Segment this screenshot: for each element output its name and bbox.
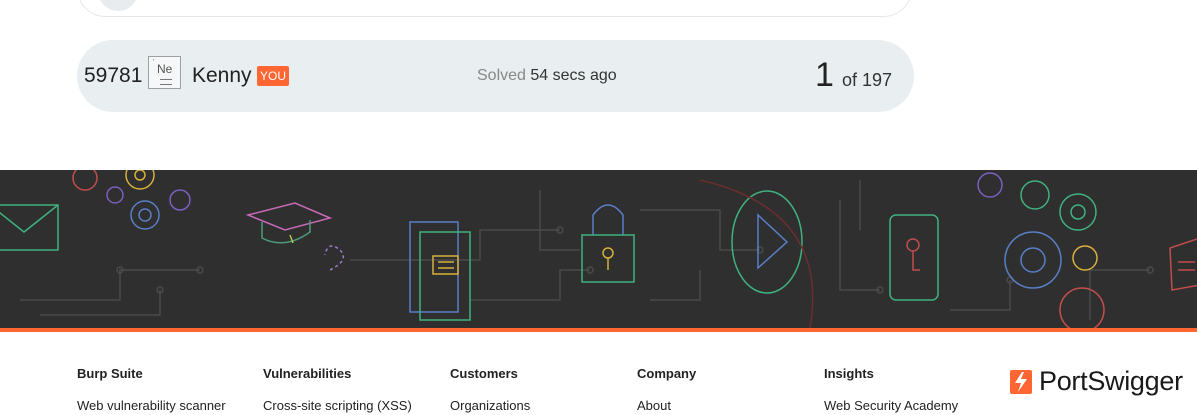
footer-banner xyxy=(0,170,1197,328)
place-number: 1 xyxy=(815,56,834,94)
avatar xyxy=(98,0,138,11)
element-badge-icon: ' Ne xyxy=(148,56,181,89)
previous-leaderboard-row xyxy=(77,0,912,17)
solved-time: 54 secs ago xyxy=(530,67,617,84)
you-badge: YOU xyxy=(257,66,290,86)
portswigger-logo[interactable]: PortSwigger xyxy=(1010,366,1183,397)
footer-link[interactable]: Cross-site scripting (XSS) xyxy=(263,398,412,413)
place-total: of 197 xyxy=(841,70,892,90)
footer-link[interactable]: About xyxy=(637,398,696,413)
footer-column-insights: Insights Web Security Academy xyxy=(824,366,958,413)
book-icon xyxy=(409,221,471,321)
footer-column-burp-suite: Burp Suite Web vulnerability scanner xyxy=(77,366,226,413)
chat-bubble-icon xyxy=(1169,238,1197,291)
solved-status: Solved 54 secs ago xyxy=(477,67,617,85)
footer-column-customers: Customers Organizations xyxy=(450,366,530,413)
accent-stripe xyxy=(0,328,1197,332)
footer-link[interactable]: Web Security Academy xyxy=(824,398,958,413)
leaderboard-row: 59781 ' Ne Kenny YOU Solved 54 secs ago … xyxy=(77,40,914,112)
footer-heading: Vulnerabilities xyxy=(263,366,352,381)
footer-heading: Customers xyxy=(450,366,518,381)
footer-column-company: Company About xyxy=(637,366,696,413)
footer-column-vulnerabilities: Vulnerabilities Cross-site scripting (XS… xyxy=(263,366,412,413)
lightning-icon xyxy=(1010,369,1032,394)
banner-illustration xyxy=(0,170,1197,328)
footer-link[interactable]: Web vulnerability scanner xyxy=(77,398,226,413)
footer-heading: Burp Suite xyxy=(77,366,143,381)
phone-key-icon xyxy=(889,214,939,301)
footer-link[interactable]: Organizations xyxy=(450,398,530,413)
logo-text: PortSwigger xyxy=(1039,366,1183,396)
solved-label: Solved xyxy=(477,67,526,84)
gear-icon xyxy=(130,200,160,230)
username[interactable]: Kenny xyxy=(192,64,252,88)
footer-heading: Insights xyxy=(824,366,874,381)
footer-heading: Company xyxy=(637,366,697,381)
graduation-cap-icon xyxy=(245,202,333,244)
placement: 1 of 197 xyxy=(815,56,892,95)
badge-symbol: Ne xyxy=(157,62,173,76)
envelope-icon xyxy=(0,204,59,251)
rank-number: 59781 xyxy=(84,64,143,87)
play-icon xyxy=(731,190,803,294)
